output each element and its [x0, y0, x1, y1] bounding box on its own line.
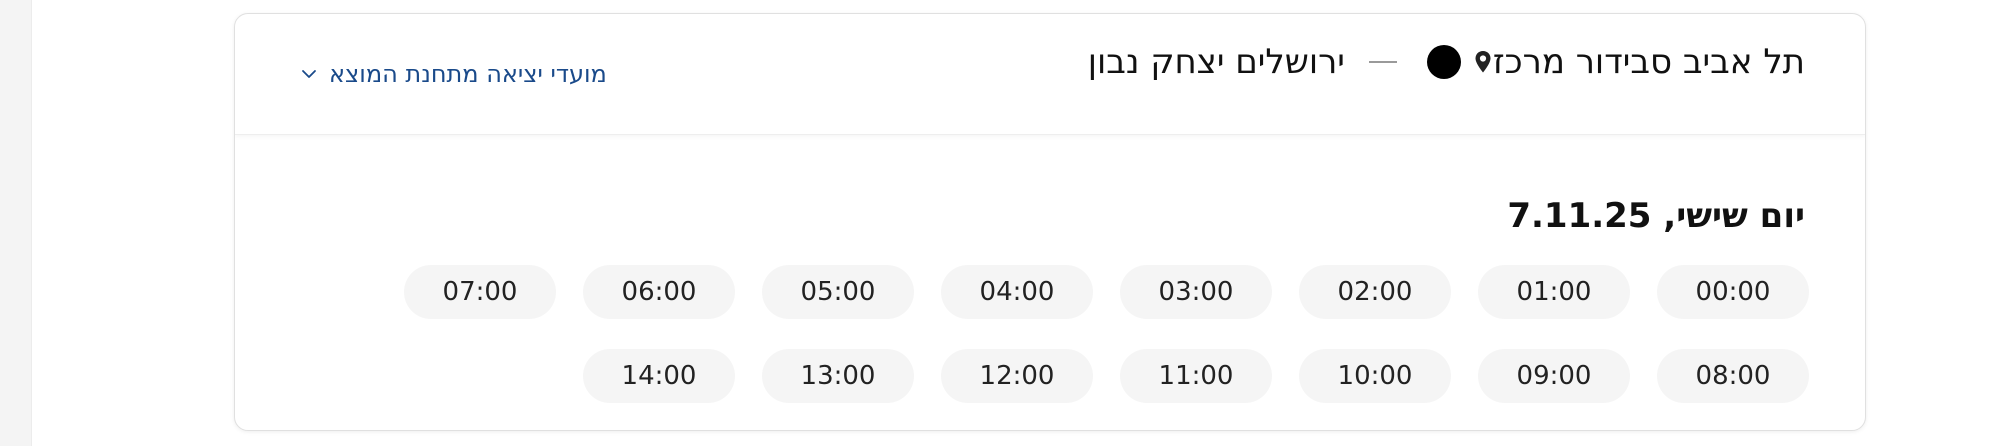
route-schedule-card: ירושלים יצחק נבון תל אביב סבידור מרכז מו… — [234, 13, 1866, 431]
time-chip[interactable]: 07:00 — [404, 265, 556, 319]
route-summary: ירושלים יצחק נבון תל אביב סבידור מרכז — [1088, 42, 1805, 82]
time-chip[interactable]: 00:00 — [1657, 265, 1809, 319]
time-chip[interactable]: 12:00 — [941, 349, 1093, 403]
origin-station: ירושלים יצחק נבון — [1087, 42, 1345, 82]
time-chip[interactable]: 02:00 — [1299, 265, 1451, 319]
time-chip[interactable]: 10:00 — [1299, 349, 1451, 403]
destination-station: תל אביב סבידור מרכז — [1492, 42, 1805, 82]
origin-departures-toggle[interactable]: מועדי יציאה מתחנת המוצא — [301, 60, 607, 88]
time-chip[interactable]: 09:00 — [1478, 349, 1630, 403]
time-chip[interactable]: 01:00 — [1478, 265, 1630, 319]
time-chip[interactable]: 11:00 — [1120, 349, 1272, 403]
chevron-down-icon — [301, 66, 317, 82]
time-chip[interactable]: 14:00 — [583, 349, 735, 403]
origin-departures-label: מועדי יציאה מתחנת המוצא — [329, 60, 607, 88]
departure-times-grid: 00:00 01:00 02:00 03:00 04:00 05:00 06:0… — [404, 265, 1809, 403]
time-chip[interactable]: 03:00 — [1120, 265, 1272, 319]
time-chip[interactable]: 04:00 — [941, 265, 1093, 319]
station-dot-icon — [1426, 45, 1461, 79]
left-page-edge — [0, 0, 32, 446]
time-chip[interactable]: 06:00 — [583, 265, 735, 319]
location-pin-icon — [1473, 49, 1493, 75]
time-chip[interactable]: 13:00 — [762, 349, 914, 403]
time-chip[interactable]: 05:00 — [762, 265, 914, 319]
schedule-date: יום שישי, 7.11.25 — [1507, 196, 1805, 236]
route-dash — [1368, 61, 1397, 63]
card-header: ירושלים יצחק נבון תל אביב סבידור מרכז מו… — [235, 14, 1865, 135]
time-chip[interactable]: 08:00 — [1657, 349, 1809, 403]
page: ירושלים יצחק נבון תל אביב סבידור מרכז מו… — [0, 0, 2008, 446]
